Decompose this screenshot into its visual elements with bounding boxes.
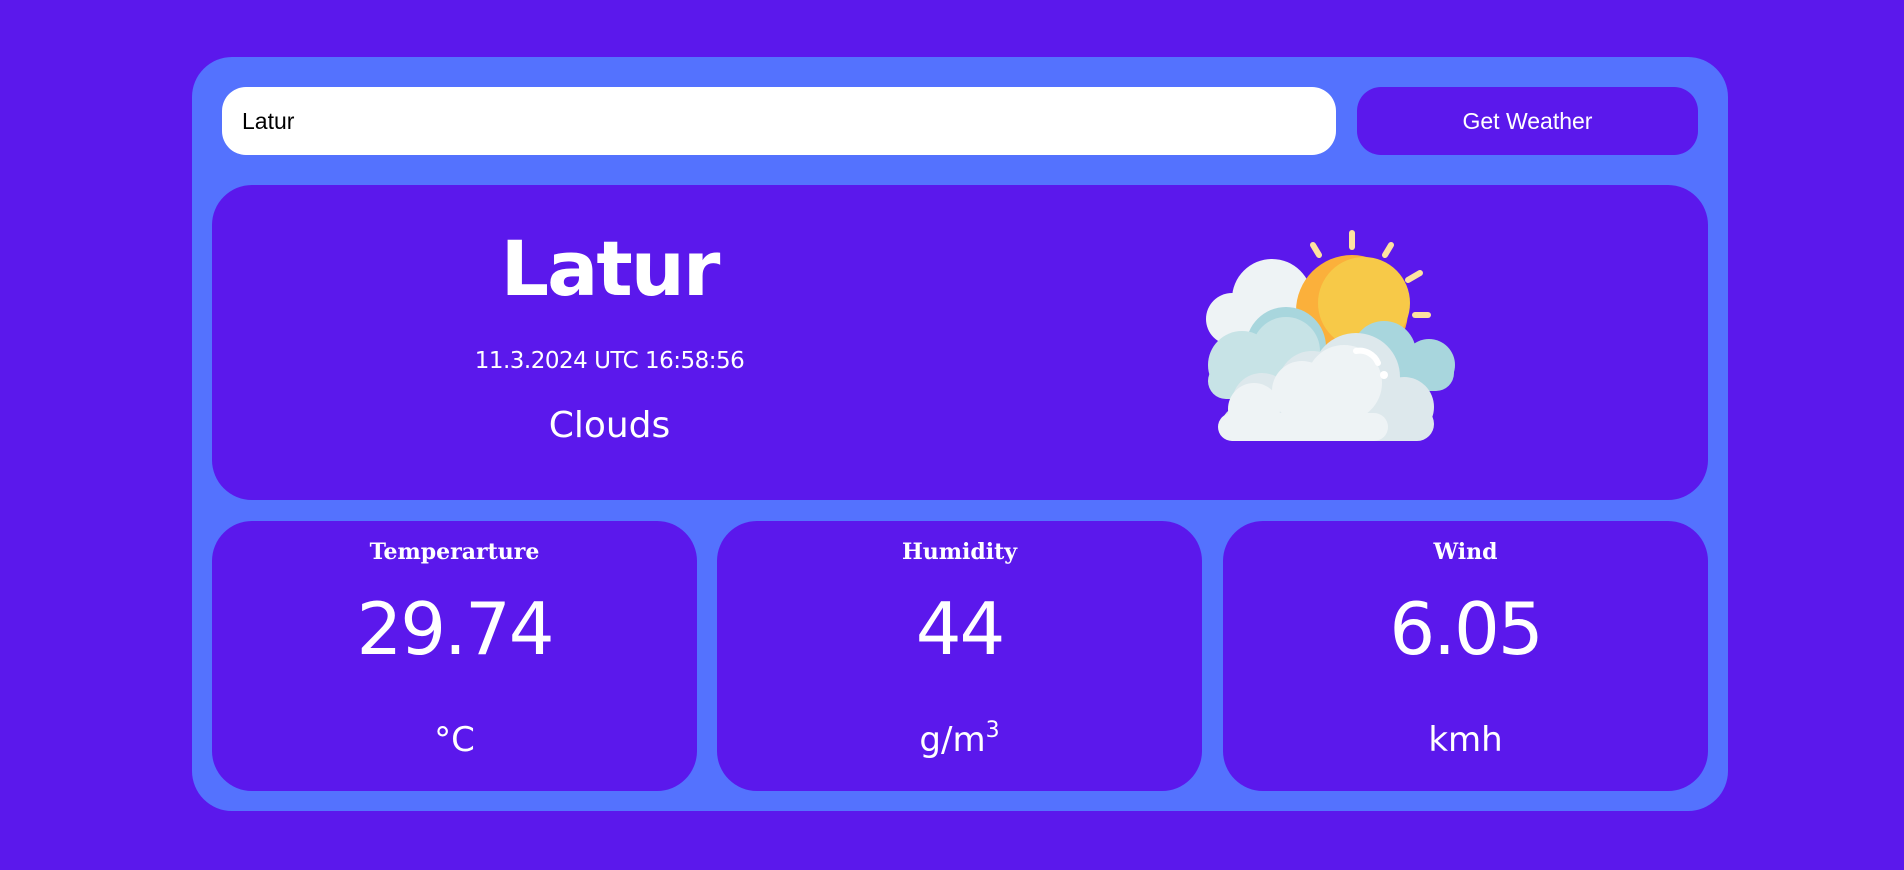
temperature-unit: °C xyxy=(434,720,475,760)
temperature-label: Temperarture xyxy=(369,539,540,565)
wind-card: Wind 6.05 kmh xyxy=(1223,521,1708,791)
humidity-label: Humidity xyxy=(901,539,1018,565)
wind-unit: kmh xyxy=(1428,720,1503,760)
humidity-unit-base: g/m xyxy=(919,720,986,760)
date-time: 11.3.2024 UTC 16:58:56 xyxy=(474,348,745,374)
humidity-value: 44 xyxy=(915,587,1006,671)
temperature-card: Temperarture 29.74 °C xyxy=(212,521,697,791)
city-search-input[interactable] xyxy=(222,87,1336,155)
temperature-value: 29.74 xyxy=(356,587,554,671)
wind-label: Wind xyxy=(1433,539,1498,565)
sun-behind-clouds-icon xyxy=(1206,230,1455,441)
get-weather-button[interactable]: Get Weather xyxy=(1357,87,1698,155)
weather-condition: Clouds xyxy=(548,405,671,446)
wind-value: 6.05 xyxy=(1389,587,1543,671)
humidity-unit-exponent: 3 xyxy=(985,718,1000,743)
current-weather-panel: Latur 11.3.2024 UTC 16:58:56 Clouds xyxy=(212,185,1708,500)
weather-app-container: Get Weather Latur 11.3.2024 UTC 16:58:56… xyxy=(192,57,1728,811)
humidity-unit: g/m3 xyxy=(717,720,1202,760)
current-weather-info: Latur 11.3.2024 UTC 16:58:56 Clouds xyxy=(332,185,887,500)
city-name: Latur xyxy=(500,224,721,313)
humidity-card: Humidity 44 g/m3 xyxy=(717,521,1202,791)
